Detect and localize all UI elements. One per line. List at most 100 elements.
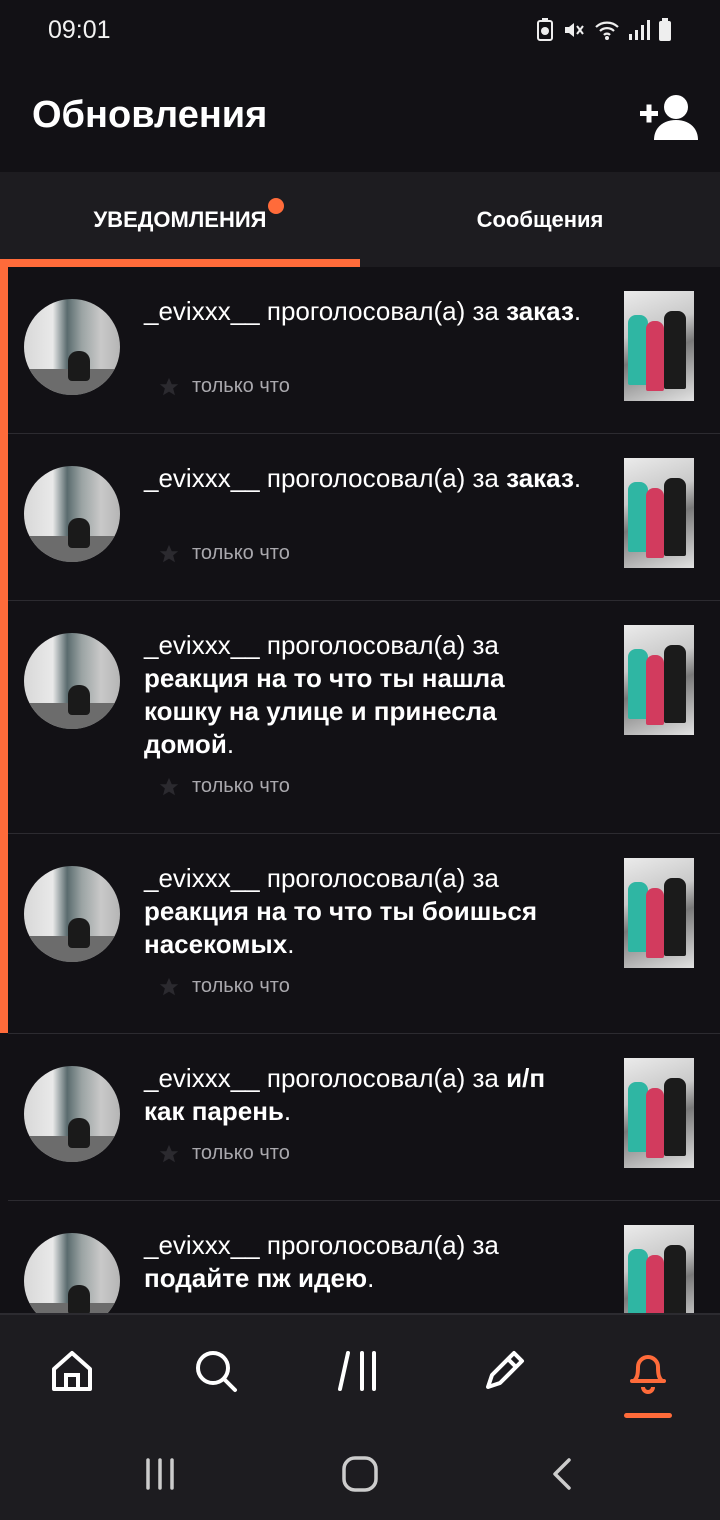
sentence-end: .: [283, 1096, 292, 1126]
story-cover-thumbnail[interactable]: [624, 858, 694, 968]
story-cover-thumbnail[interactable]: [624, 1225, 694, 1313]
star-icon: [159, 977, 179, 995]
avatar[interactable]: [24, 466, 120, 562]
status-time: 09:01: [48, 16, 111, 44]
nav-home-button[interactable]: [42, 1341, 102, 1401]
username[interactable]: _evixxx__: [144, 863, 260, 893]
back-button[interactable]: [538, 1449, 588, 1499]
avatar[interactable]: [24, 633, 120, 729]
notification-verb: проголосовал(а) за: [266, 1063, 499, 1093]
bell-icon: [630, 1355, 666, 1394]
add-user-icon: [640, 95, 698, 140]
signal-icon: [629, 20, 650, 40]
battery-saver-icon: [537, 18, 553, 41]
notification-meta: только что: [158, 542, 290, 565]
tab-notifications-label: УВЕДОМЛЕНИЯ: [93, 206, 267, 232]
notification-meta: только что: [158, 975, 290, 998]
bottom-navigation: [0, 1313, 720, 1425]
unread-dot: [268, 198, 284, 214]
story-cover-thumbnail[interactable]: [624, 291, 694, 401]
wifi-icon: [595, 21, 619, 40]
notification-text: _evixxx__ проголосовал(а) за заказ.: [144, 295, 584, 328]
notification-list[interactable]: _evixxx__ проголосовал(а) за заказ. толь…: [0, 267, 720, 1313]
add-friend-button[interactable]: [638, 90, 698, 142]
home-icon: [52, 1351, 92, 1391]
search-icon: [196, 1351, 237, 1392]
notification-verb: проголосовал(а) за: [266, 630, 499, 660]
sentence-end: .: [573, 296, 582, 326]
avatar[interactable]: [24, 866, 120, 962]
tab-notifications[interactable]: УВЕДОМЛЕНИЯ: [0, 172, 360, 267]
story-title[interactable]: заказ: [506, 296, 574, 326]
tab-messages-label: Сообщения: [476, 206, 604, 232]
username[interactable]: _evixxx__: [144, 630, 260, 660]
username[interactable]: _evixxx__: [144, 296, 260, 326]
status-icons: [536, 18, 672, 42]
recent-apps-button[interactable]: [135, 1449, 185, 1499]
app-header: Обновления: [0, 62, 720, 172]
notification-text: _evixxx__ проголосовал(а) за реакция на …: [144, 862, 584, 961]
status-bar: 09:01: [0, 0, 720, 62]
notification-text: _evixxx__ проголосовал(а) за заказ.: [144, 462, 584, 495]
notification-item[interactable]: _evixxx__ проголосовал(а) за реакция на …: [8, 834, 720, 1034]
sentence-end: .: [287, 929, 295, 959]
sentence-end: .: [573, 463, 582, 493]
story-title[interactable]: заказ: [506, 463, 574, 493]
notification-item[interactable]: _evixxx__ проголосовал(а) за заказ. толь…: [8, 434, 720, 601]
notification-text: _evixxx__ проголосовал(а) за и/п как пар…: [144, 1062, 584, 1128]
notification-verb: проголосовал(а) за: [266, 296, 499, 326]
story-title[interactable]: реакция на то что ты нашла кошку на улиц…: [144, 663, 505, 759]
tab-bar: УВЕДОМЛЕНИЯ Сообщения: [0, 172, 720, 267]
active-tab-indicator: [0, 259, 360, 267]
nav-search-button[interactable]: [186, 1341, 246, 1401]
story-cover-thumbnail[interactable]: [624, 1058, 694, 1168]
nav-library-button[interactable]: [330, 1341, 390, 1401]
star-icon: [159, 777, 179, 795]
system-navigation-bar: [0, 1425, 720, 1520]
nav-active-indicator: [624, 1413, 672, 1418]
notification-meta: только что: [158, 775, 290, 798]
story-cover-thumbnail[interactable]: [624, 458, 694, 568]
star-icon: [159, 377, 179, 395]
pencil-icon: [486, 1351, 524, 1389]
avatar[interactable]: [24, 299, 120, 395]
notification-item[interactable]: _evixxx__ проголосовал(а) за реакция на …: [8, 601, 720, 834]
notification-item[interactable]: _evixxx__ проголосовал(а) за и/п как пар…: [8, 1034, 720, 1201]
notification-text: _evixxx__ проголосовал(а) за реакция на …: [144, 629, 584, 761]
story-title[interactable]: реакция на то что ты боишься насекомых: [144, 896, 537, 959]
home-system-button[interactable]: [335, 1449, 385, 1499]
sentence-end: .: [226, 729, 235, 759]
timestamp: только что: [192, 375, 290, 397]
avatar[interactable]: [24, 1233, 120, 1313]
star-icon: [159, 544, 179, 562]
mute-icon: [565, 23, 584, 37]
nav-notifications-button[interactable]: [618, 1341, 678, 1401]
timestamp: только что: [192, 975, 290, 997]
star-icon: [159, 1144, 179, 1162]
timestamp: только что: [192, 1142, 290, 1164]
notification-text: _evixxx__ проголосовал(а) за подайте пж …: [144, 1229, 584, 1295]
story-cover-thumbnail[interactable]: [624, 625, 694, 735]
notification-meta: только что: [158, 1142, 290, 1165]
avatar[interactable]: [24, 1066, 120, 1162]
tab-messages[interactable]: Сообщения: [360, 172, 720, 267]
notification-item[interactable]: _evixxx__ проголосовал(а) за заказ. толь…: [8, 267, 720, 434]
notification-verb: проголосовал(а) за: [266, 1230, 499, 1260]
nav-write-button[interactable]: [474, 1341, 534, 1401]
recent-apps-icon: [146, 1458, 174, 1490]
battery-icon: [659, 18, 671, 41]
story-title[interactable]: подайте пж идею: [144, 1263, 367, 1293]
username[interactable]: _evixxx__: [144, 1230, 260, 1260]
unread-indicator-bar: [0, 267, 8, 1033]
notification-meta: только что: [158, 375, 290, 398]
timestamp: только что: [192, 542, 290, 564]
notification-item[interactable]: _evixxx__ проголосовал(а) за подайте пж …: [8, 1201, 720, 1313]
library-icon: [338, 1351, 376, 1391]
username[interactable]: _evixxx__: [144, 463, 260, 493]
timestamp: только что: [192, 775, 290, 797]
sentence-end: .: [367, 1263, 375, 1293]
home-system-icon: [342, 1456, 378, 1492]
notification-verb: проголосовал(а) за: [266, 463, 499, 493]
back-icon: [553, 1458, 571, 1490]
username[interactable]: _evixxx__: [144, 1063, 260, 1093]
